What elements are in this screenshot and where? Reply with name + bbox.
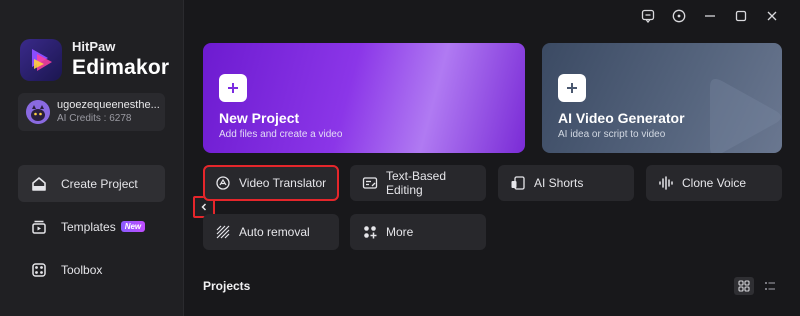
tool-auto-removal[interactable]: Auto removal	[203, 214, 339, 250]
ai-video-generator-card[interactable]: AI Video Generator AI idea or script to …	[542, 43, 782, 153]
tool-video-translator[interactable]: Video Translator	[203, 165, 339, 201]
home-icon	[30, 175, 48, 193]
tool-label: Text-Based Editing	[386, 169, 447, 197]
sidebar-item-toolbox[interactable]: Toolbox	[18, 251, 165, 288]
tool-label: AI Shorts	[534, 176, 584, 190]
tool-label: Auto removal	[239, 225, 310, 239]
window-controls	[627, 6, 782, 26]
tool-label: More	[386, 225, 414, 239]
new-project-title: New Project	[219, 110, 300, 126]
app-logo-icon	[20, 39, 62, 81]
translate-icon	[215, 175, 231, 191]
minimize-icon[interactable]	[700, 6, 720, 26]
user-account-card[interactable]: ugoezequeenesthe... AI Credits : 6278	[18, 93, 165, 131]
chevron-left-icon	[201, 203, 207, 211]
tool-ai-shorts[interactable]: AI Shorts	[498, 165, 634, 201]
close-icon[interactable]	[762, 6, 782, 26]
ai-video-subtitle: AI idea or script to video	[558, 129, 666, 140]
sidebar-item-label: Create Project	[61, 176, 138, 191]
sidebar-item-label: Toolbox	[61, 262, 103, 277]
projects-heading: Projects	[203, 279, 251, 293]
more-grid-icon	[362, 224, 378, 240]
new-project-card[interactable]: New Project Add files and create a video	[203, 43, 525, 153]
sidebar-item-label: Templates	[61, 219, 116, 234]
user-name: ugoezequeenesthe...	[57, 99, 160, 111]
plus-icon	[558, 74, 586, 102]
tool-more[interactable]: More	[350, 214, 486, 250]
new-project-subtitle: Add files and create a video	[219, 129, 343, 140]
feedback-icon[interactable]	[638, 6, 658, 26]
text-edit-icon	[362, 175, 378, 191]
ai-credits: AI Credits : 6278	[57, 113, 132, 124]
info-icon[interactable]	[669, 6, 689, 26]
tool-text-based-editing[interactable]: Text-Based Editing	[350, 165, 486, 201]
toolbox-icon	[30, 261, 48, 279]
avatar	[26, 100, 50, 124]
tool-label: Video Translator	[239, 176, 327, 190]
brand-block: HitPaw Edimakor	[20, 39, 169, 81]
tool-clone-voice[interactable]: Clone Voice	[646, 165, 782, 201]
templates-icon	[30, 218, 48, 236]
sidebar: HitPaw Edimakor ugoezequeenesthe... AI C…	[0, 0, 184, 316]
new-badge: New	[120, 221, 146, 232]
list-view-icon[interactable]	[760, 277, 780, 295]
sidebar-item-create-project[interactable]: Create Project	[18, 165, 165, 202]
play-decoration-icon	[710, 79, 781, 153]
ai-shorts-icon	[510, 175, 526, 191]
auto-removal-icon	[215, 224, 231, 240]
plus-icon	[219, 74, 247, 102]
maximize-icon[interactable]	[731, 6, 751, 26]
brand-name-line2: Edimakor	[72, 56, 170, 79]
tool-label: Clone Voice	[682, 176, 747, 190]
voice-wave-icon	[658, 175, 674, 191]
grid-view-icon[interactable]	[734, 277, 754, 295]
sidebar-item-templates[interactable]: Templates New	[18, 208, 165, 245]
view-toggle	[728, 277, 780, 295]
brand-name-line1: HitPaw	[72, 39, 116, 54]
ai-video-title: AI Video Generator	[558, 110, 685, 126]
